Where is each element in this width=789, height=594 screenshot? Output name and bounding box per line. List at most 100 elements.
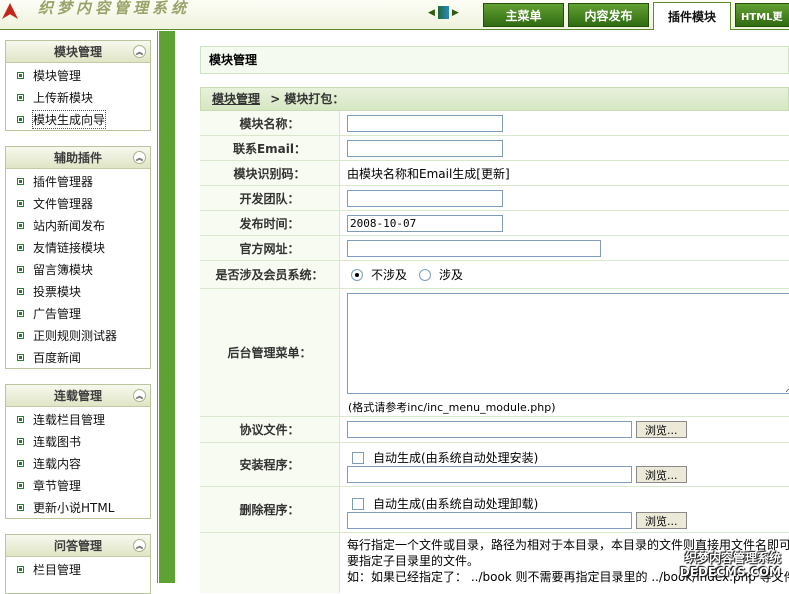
menu-format-hint: (格式请参考inc/inc_menu_module.php) [348, 401, 556, 414]
row-email: 联系Email： [200, 136, 789, 161]
sidebar-section-qa: 问答管理 ︽ 栏目管理 [5, 534, 151, 594]
scroll-right-icon[interactable]: ▶ [452, 8, 459, 18]
field-label: 模块名称： [200, 111, 340, 135]
section-header[interactable]: 问答管理 ︽ [6, 535, 150, 557]
tab-main-menu[interactable]: 主菜单 [483, 3, 564, 27]
watermark: 织梦内容管理系统 DEDECMS.COM [679, 551, 781, 579]
row-date: 发布时间： [200, 211, 789, 236]
tab-content-publish[interactable]: 内容发布 [568, 3, 649, 27]
uninstall-browse-button[interactable]: 浏览... [636, 512, 687, 529]
bullet-icon [17, 309, 24, 317]
bullet-icon [17, 199, 24, 207]
bullet-icon [17, 243, 24, 251]
row-setup: 安装程序： 自动生成(由系统自动处理安装) 浏览... [200, 443, 789, 487]
email-input[interactable] [347, 139, 503, 157]
sidebar-item-module-wizard[interactable]: 模块生成向导 [6, 108, 150, 130]
sidebar-item-friend-links[interactable]: 友情链接模块 [6, 236, 150, 258]
bullet-icon [17, 503, 24, 511]
field-label: 删除程序： [200, 487, 340, 532]
main-content: 模块管理 模块管理 > 模块打包： 模块名称： 联系Email： 模块识别码： … [175, 31, 789, 593]
frame-divider[interactable] [159, 31, 175, 583]
scroll-left-icon[interactable]: ◀ [428, 8, 435, 18]
sidebar-item-qa-category[interactable]: 栏目管理 [6, 558, 150, 580]
collapse-icon[interactable]: ︽ [133, 45, 146, 58]
sidebar-item-update-html[interactable]: 更新小说HTML [6, 496, 150, 518]
sidebar-item-serial-books[interactable]: 连载图书 [6, 430, 150, 452]
setup-file-input[interactable] [347, 466, 632, 483]
field-label: 后台管理菜单： [200, 289, 340, 416]
row-team: 开发团队： [200, 186, 789, 211]
license-browse-button[interactable]: 浏览... [636, 421, 687, 438]
bullet-icon [17, 115, 24, 123]
uninstall-auto-checkbox[interactable] [352, 497, 364, 510]
admin-menu-textarea[interactable] [347, 293, 789, 394]
bullet-icon [17, 353, 24, 361]
date-input[interactable] [347, 214, 503, 232]
sidebar-item-file-manager[interactable]: 文件管理器 [6, 192, 150, 214]
member-no-radio[interactable] [351, 268, 363, 281]
sidebar-item-serial-content[interactable]: 连载内容 [6, 452, 150, 474]
setup-browse-button[interactable]: 浏览... [636, 466, 687, 483]
sidebar-item-news-publish[interactable]: 站内新闻发布 [6, 214, 150, 236]
bullet-icon [17, 287, 24, 295]
sidebar-item-module-manage[interactable]: 模块管理 [6, 64, 150, 86]
tab-html-update[interactable]: HTML更 [735, 3, 789, 27]
bullet-icon [17, 459, 24, 467]
field-label [200, 533, 340, 593]
module-hash-text: 由模块名称和Email生成[更新] [347, 166, 510, 181]
breadcrumb-link[interactable]: 模块管理 [212, 92, 260, 106]
bullet-icon [17, 265, 24, 273]
sidebar-section-serial: 连载管理 ︽ 连载栏目管理 连载图书 连载内容 章节管理 更新小说HTML [5, 384, 151, 519]
field-label: 协议文件： [200, 417, 340, 442]
bullet-icon [17, 93, 24, 101]
sidebar-item-serial-category[interactable]: 连载栏目管理 [6, 408, 150, 430]
logo: 织梦内容管理系统 [0, 0, 190, 22]
bullet-icon [17, 221, 24, 229]
field-label: 模块识别码： [200, 161, 340, 185]
row-license: 协议文件： 浏览... [200, 417, 789, 443]
member-yes-radio[interactable] [419, 268, 432, 281]
bullet-icon [17, 71, 24, 79]
license-file-input[interactable] [347, 421, 632, 438]
section-header[interactable]: 连载管理 ︽ [6, 385, 150, 407]
collapse-icon[interactable]: ︽ [133, 539, 146, 552]
sidebar-item-chapters[interactable]: 章节管理 [6, 474, 150, 496]
sidebar-item-ads[interactable]: 广告管理 [6, 302, 150, 324]
bullet-icon [17, 565, 24, 573]
page-title: 模块管理 [200, 46, 789, 74]
top-header: 织梦内容管理系统 ◀ ▶ 主菜单 内容发布 插件模块 HTML更 [0, 0, 789, 30]
bullet-icon [17, 437, 24, 445]
row-admin-menu: 后台管理菜单： (格式请参考inc/inc_menu_module.php) [200, 289, 789, 417]
collapse-icon[interactable]: ︽ [133, 389, 146, 402]
uninstall-file-input[interactable] [347, 512, 632, 529]
sidebar-item-upload-module[interactable]: 上传新模块 [6, 86, 150, 108]
bullet-icon [17, 331, 24, 339]
logo-icon [2, 3, 18, 19]
setup-auto-checkbox[interactable] [352, 451, 364, 464]
field-label: 官方网址： [200, 236, 340, 260]
sidebar-item-baidu-news[interactable]: 百度新闻 [6, 346, 150, 368]
section-header[interactable]: 辅助插件 ︽ [6, 147, 150, 169]
website-input[interactable] [347, 239, 601, 257]
row-member-system: 是否涉及会员系统： 不涉及 涉及 [200, 261, 789, 289]
module-name-input[interactable] [347, 114, 503, 132]
breadcrumb-current: > 模块打包： [270, 92, 345, 106]
collapse-icon[interactable]: ︽ [133, 151, 146, 164]
field-label: 发布时间： [200, 211, 340, 235]
tab-plugin-modules[interactable]: 插件模块 [653, 2, 731, 30]
bullet-icon [17, 415, 24, 423]
sidebar-item-vote[interactable]: 投票模块 [6, 280, 150, 302]
row-uninstall: 删除程序： 自动生成(由系统自动处理卸载) 浏览... [200, 487, 789, 533]
field-label: 安装程序： [200, 443, 340, 486]
sidebar-item-regex-tester[interactable]: 正则规则测试器 [6, 324, 150, 346]
section-header[interactable]: 模块管理 ︽ [6, 41, 150, 63]
sidebar-section-module: 模块管理 ︽ 模块管理 上传新模块 模块生成向导 [5, 40, 151, 131]
logo-text: 织梦内容管理系统 [38, 0, 191, 17]
sidebar-item-plugin-manager[interactable]: 插件管理器 [6, 170, 150, 192]
team-input[interactable] [347, 189, 503, 207]
bullet-icon [17, 481, 24, 489]
sidebar-item-guestbook[interactable]: 留言簿模块 [6, 258, 150, 280]
field-label: 开发团队： [200, 186, 340, 210]
menu-switch-icon[interactable] [437, 6, 449, 19]
row-website: 官方网址： [200, 236, 789, 261]
